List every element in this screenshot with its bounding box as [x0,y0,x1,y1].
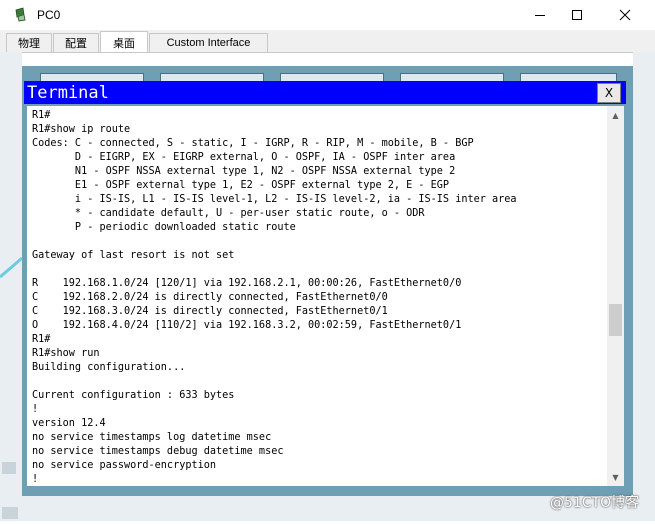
terminal-line: N1 - OSPF NSSA external type 1, N2 - OSP… [32,166,456,177]
pc-icon [15,7,26,22]
desktop-background-bottom [22,496,633,521]
terminal-line: E1 - OSPF external type 1, E2 - OSPF ext… [32,180,450,191]
minimize-icon [535,15,545,16]
desktop-background-left [0,52,24,521]
tab-desktop[interactable]: 桌面 [100,31,148,53]
terminal-close-button[interactable]: X [597,83,621,103]
terminal-line: O 192.168.4.0/24 [110/2] via 192.168.3.2… [32,320,462,331]
terminal-line: P - periodic downloaded static route [32,222,296,233]
terminal-line: ! [32,474,39,485]
window-title: PC0 [37,8,61,22]
terminal-line: i - IS-IS, L1 - IS-IS level-1, L2 - IS-I… [32,194,517,205]
terminal-line: R1#show run [32,348,100,359]
terminal-line: R1# [32,334,51,345]
terminal-line: Codes: C - connected, S - static, I - IG… [32,138,474,149]
scroll-up-icon[interactable]: ▲ [607,108,624,122]
desktop-decoration [0,256,24,519]
terminal-output[interactable]: R1# R1#show ip route Codes: C - connected,… [27,106,607,486]
watermark: @51CTO博客 [550,495,640,511]
terminal-scrollbar[interactable]: ▲ ▼ [607,106,624,486]
terminal-line: Current configuration : 633 bytes [32,390,235,401]
scroll-down-icon[interactable]: ▼ [607,470,624,484]
terminal-line: D - EIGRP, EX - EIGRP external, O - OSPF… [32,152,456,163]
terminal-line: R 192.168.1.0/24 [120/1] via 192.168.2.1… [32,278,462,289]
window-titlebar: PC0 [0,0,655,30]
desktop-background-right [633,52,655,521]
scrollbar-thumb[interactable] [609,304,622,336]
tab-custom-interface[interactable]: Custom Interface [149,33,268,52]
close-icon [619,9,631,21]
terminal-line: * - candidate default, U - per-user stat… [32,208,425,219]
tab-physical[interactable]: 物理 [6,33,52,52]
terminal-line: no service timestamps log datetime msec [32,432,272,443]
terminal-line: C 192.168.3.0/24 is directly connected, … [32,306,388,317]
tab-config[interactable]: 配置 [53,33,99,52]
terminal-line: R1#show ip route [32,124,131,135]
close-button[interactable] [602,0,648,30]
terminal-line: Building configuration... [32,362,186,373]
terminal-line: version 12.4 [32,418,106,429]
terminal-line: R1# [32,110,51,121]
terminal-line: ! [32,404,39,415]
tab-bar: 物理 配置 桌面 Custom Interface [0,30,655,53]
maximize-icon [572,10,582,20]
terminal-line: no service timestamps debug datetime mse… [32,446,284,457]
maximize-button[interactable] [554,0,600,30]
terminal-line: C 192.168.2.0/24 is directly connected, … [32,292,388,303]
terminal-line: no service password-encryption [32,460,217,471]
terminal-line: Gateway of last resort is not set [32,250,235,261]
terminal-titlebar [24,81,626,104]
terminal-title: Terminal [27,83,109,103]
